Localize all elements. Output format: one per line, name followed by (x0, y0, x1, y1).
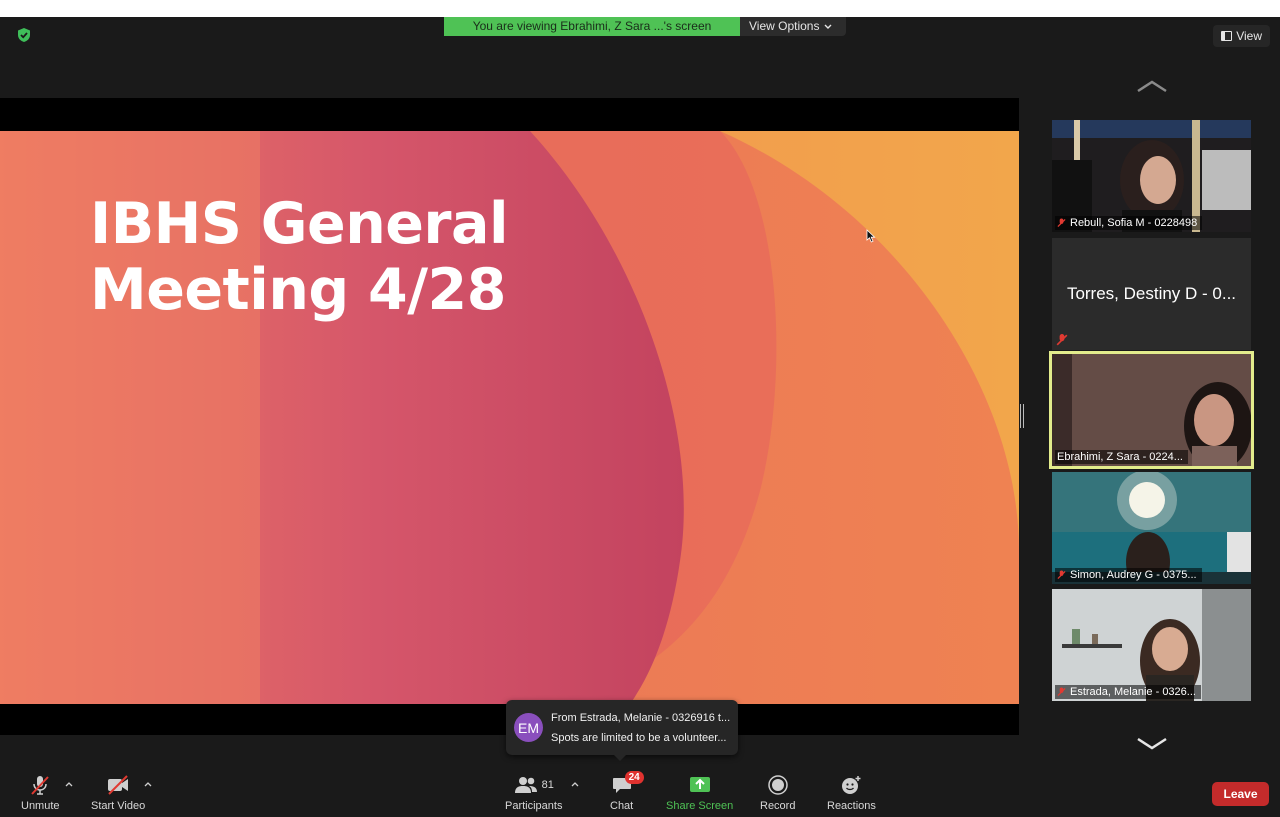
participants-label: Participants (505, 800, 563, 812)
muted-mic-icon (1057, 570, 1066, 580)
start-video-button[interactable]: Start Video (91, 774, 145, 812)
screen-share-banner: You are viewing Ebrahimi, Z Sara ...'s s… (444, 17, 847, 36)
panel-resize-handle[interactable] (1020, 404, 1024, 428)
reactions-label: Reactions (827, 800, 876, 812)
leave-meeting-button[interactable]: Leave (1212, 782, 1269, 806)
share-banner-message: You are viewing Ebrahimi, Z Sara ...'s s… (444, 17, 740, 36)
participants-icon (514, 777, 537, 793)
participant-tile[interactable]: Torres, Destiny D - 0... (1052, 238, 1251, 350)
record-label: Record (760, 800, 796, 812)
record-button[interactable]: Record (760, 774, 795, 812)
unmute-label: Unmute (21, 800, 60, 812)
chat-notification-sender: From Estrada, Melanie - 0326916 t... (551, 711, 731, 724)
participants-options-caret-icon[interactable] (570, 779, 580, 789)
scroll-up-chevron-icon[interactable] (1136, 79, 1168, 93)
meeting-controls-toolbar: Unmute Start Video 81 Participants 24 Ch… (0, 769, 1280, 817)
share-screen-icon (689, 777, 710, 792)
view-label: View (1236, 29, 1262, 43)
security-shield-icon[interactable] (16, 27, 32, 43)
scroll-down-chevron-icon[interactable] (1136, 737, 1168, 751)
muted-microphone-icon (31, 776, 49, 795)
participant-name-label: Rebull, Sofia M - 0228498 (1055, 216, 1203, 230)
slide-title: IBHS General Meeting 4/28 (90, 191, 509, 323)
record-icon (767, 775, 788, 795)
participant-name-label: Simon, Audrey G - 0375... (1055, 568, 1202, 582)
shared-screen-area[interactable]: IBHS General Meeting 4/28 (0, 98, 1019, 735)
video-options-caret-icon[interactable] (143, 779, 153, 789)
participant-tile[interactable]: Rebull, Sofia M - 0228498 (1052, 120, 1251, 232)
participant-tile[interactable]: Estrada, Melanie - 0326... (1052, 589, 1251, 701)
share-screen-button[interactable]: Share Screen (666, 774, 733, 812)
mouse-cursor-icon (866, 229, 876, 243)
chat-button[interactable]: 24 Chat (610, 771, 644, 812)
chat-notification-popup[interactable]: EM From Estrada, Melanie - 0326916 t... … (506, 700, 738, 761)
reactions-smiley-icon (842, 776, 861, 794)
view-options-button[interactable]: View Options (740, 17, 847, 36)
chat-notification-text: From Estrada, Melanie - 0326916 t... Spo… (551, 708, 730, 748)
chat-notification-message: Spots are limited to be a volunteer... (551, 731, 727, 744)
zoom-meeting-window: You are viewing Ebrahimi, Z Sara ...'s s… (0, 17, 1280, 817)
start-video-label: Start Video (91, 800, 146, 812)
muted-mic-icon (1057, 687, 1066, 697)
reactions-button[interactable]: Reactions (827, 774, 876, 812)
participants-button[interactable]: 81 Participants (505, 774, 562, 812)
view-layout-button[interactable]: View (1213, 25, 1270, 47)
share-screen-label: Share Screen (666, 800, 734, 812)
participant-tile-active-speaker[interactable]: Ebrahimi, Z Sara - 0224... (1049, 351, 1254, 469)
sender-avatar: EM (514, 713, 543, 742)
muted-mic-icon (1057, 218, 1066, 228)
presentation-slide: IBHS General Meeting 4/28 (0, 131, 1019, 704)
window-top-strip (0, 0, 1280, 17)
participant-name-label: Ebrahimi, Z Sara - 0224... (1055, 450, 1188, 464)
video-off-icon (108, 775, 129, 795)
view-options-label: View Options (749, 19, 820, 33)
chat-unread-badge: 24 (624, 771, 644, 784)
audio-options-caret-icon[interactable] (64, 779, 74, 789)
participant-name-label: Estrada, Melanie - 0326... (1055, 685, 1201, 699)
participant-name-placeholder: Torres, Destiny D - 0... (1066, 284, 1237, 303)
slide-title-line1: IBHS General (90, 191, 509, 257)
muted-mic-icon (1056, 334, 1068, 346)
participants-count: 81 (541, 779, 554, 791)
slide-title-line2: Meeting 4/28 (90, 257, 506, 323)
participant-tile[interactable]: Simon, Audrey G - 0375... (1052, 472, 1251, 584)
chevron-down-icon (824, 24, 832, 29)
layout-icon (1221, 31, 1233, 41)
unmute-button[interactable]: Unmute (21, 774, 60, 812)
chat-label: Chat (610, 800, 634, 812)
